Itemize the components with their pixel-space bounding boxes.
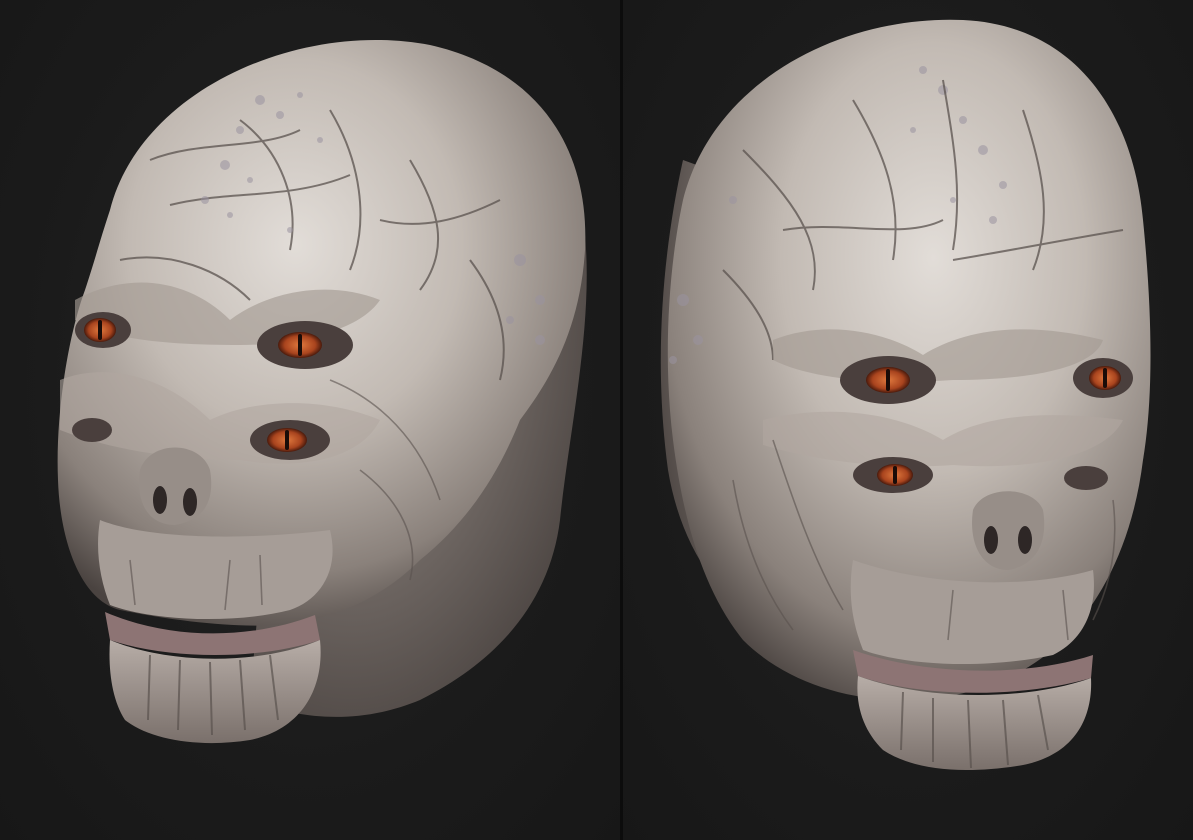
lower-right-eye-socket	[1064, 466, 1108, 490]
image-canvas	[0, 0, 1193, 840]
upper-left-pupil	[98, 320, 102, 340]
right-view-panel	[623, 0, 1193, 840]
upper-right-pupil	[298, 334, 302, 356]
upper-left-pupil	[886, 369, 890, 391]
right-nostril	[183, 488, 197, 516]
lower-left-eye-socket	[72, 418, 112, 442]
upper-right-pupil	[1103, 368, 1107, 388]
lower-right-pupil	[285, 430, 289, 450]
creature-head-right-view	[660, 19, 1151, 770]
lower-left-pupil	[893, 466, 897, 484]
left-nostril	[984, 526, 998, 554]
right-nostril	[1018, 526, 1032, 554]
creature-head-left-view	[57, 39, 587, 744]
jaw-shape	[109, 640, 321, 744]
nose-shape	[139, 447, 212, 525]
left-view-panel	[0, 0, 620, 840]
left-nostril	[153, 486, 167, 514]
